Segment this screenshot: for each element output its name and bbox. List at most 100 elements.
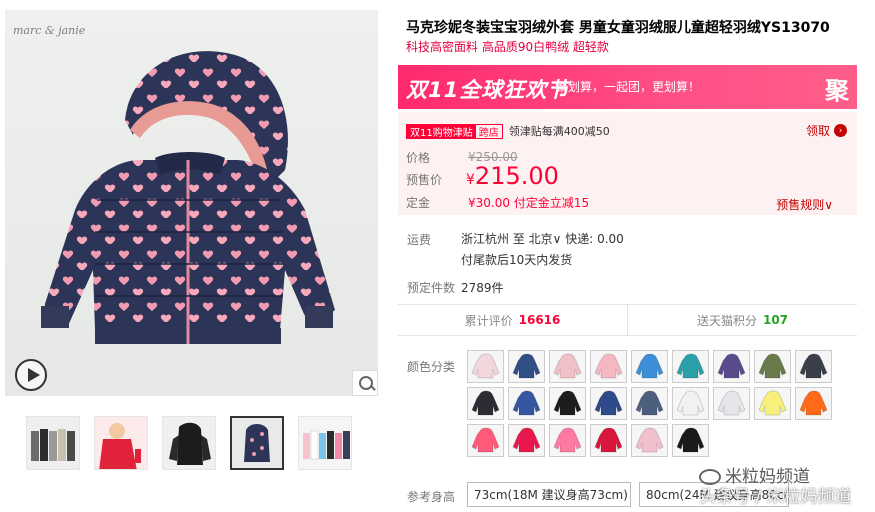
jacket-thumb-icon xyxy=(714,351,749,382)
reviews-label: 累计评价 xyxy=(464,313,513,328)
jacket-thumb-icon xyxy=(468,425,503,456)
jacket-thumb-icon xyxy=(714,388,749,419)
size-label: 参考身高 xyxy=(407,490,456,504)
jacket-thumb-icon xyxy=(796,388,831,419)
deposit-value: ¥30.00 付定金立减15 xyxy=(468,196,590,210)
color-swatch-7[interactable] xyxy=(713,350,750,383)
reviews-stat[interactable]: 累计评价 16616 xyxy=(398,305,627,335)
jacket-thumb-icon xyxy=(632,425,667,456)
jacket-thumb-icon xyxy=(509,425,544,456)
size-option-73cm[interactable]: 73cm(18M 建议身高73cm) xyxy=(467,482,631,507)
points-stat: 送天猫积分 107 xyxy=(627,305,857,335)
product-subtitle: 科技高密面料 高品质90白鸭绒 超轻款 xyxy=(406,40,609,54)
jacket-illustration xyxy=(41,51,335,344)
color-swatch-23[interactable] xyxy=(631,424,668,457)
jacket-thumb-icon xyxy=(550,425,585,456)
shipping-note: 付尾款后10天内发货 xyxy=(461,253,573,267)
shipping-destination-select[interactable]: 浙江杭州 至 北京∨ 快递: 0.00 xyxy=(461,230,624,247)
color-swatch-1[interactable] xyxy=(467,350,504,383)
thumb-image-2 xyxy=(95,417,147,469)
play-icon[interactable] xyxy=(15,359,47,391)
color-swatches xyxy=(467,350,847,457)
color-swatch-18[interactable] xyxy=(795,387,832,420)
thumb-image-3 xyxy=(163,417,215,469)
color-swatch-6[interactable] xyxy=(672,350,709,383)
color-swatch-12[interactable] xyxy=(549,387,586,420)
jacket-thumb-icon xyxy=(591,425,626,456)
get-coupon-label: 领取 xyxy=(805,124,830,138)
color-swatch-19[interactable] xyxy=(467,424,504,457)
promo-banner[interactable]: 双11全球狂欢节 聚划算，一起团，更划算！ 聚 xyxy=(398,65,857,109)
thumbnail-3[interactable] xyxy=(162,416,216,470)
points-value: 107 xyxy=(762,313,789,327)
presale-price-label: 预售价 xyxy=(406,173,443,187)
main-product-image[interactable]: marc & janie xyxy=(5,10,378,396)
zoom-icon[interactable] xyxy=(352,370,378,396)
color-swatch-11[interactable] xyxy=(508,387,545,420)
jacket-thumb-icon xyxy=(673,388,708,419)
presale-rules-link[interactable]: 预售规则∨ xyxy=(776,196,833,213)
jacket-thumb-icon xyxy=(673,425,708,456)
badge-right-text: 跨店 xyxy=(478,127,499,139)
jacket-thumb-icon xyxy=(755,351,790,382)
banner-sub-text: 聚划算，一起团，更划算！ xyxy=(556,80,701,94)
jacket-thumb-icon xyxy=(796,351,831,382)
jacket-thumb-icon xyxy=(509,351,544,382)
color-swatch-2[interactable] xyxy=(508,350,545,383)
product-title: 马克珍妮冬装宝宝羽绒外套 男童女童羽绒服儿童超轻羽绒YS13070 xyxy=(406,20,830,36)
thumb-image-1 xyxy=(27,417,79,469)
jacket-thumb-icon xyxy=(755,388,790,419)
shipping-label: 运费 xyxy=(407,233,432,247)
juhuasuan-logo: 聚 xyxy=(825,77,849,105)
color-swatch-16[interactable] xyxy=(713,387,750,420)
color-swatch-20[interactable] xyxy=(508,424,545,457)
color-swatch-9[interactable] xyxy=(795,350,832,383)
currency-symbol: ¥ xyxy=(466,172,475,188)
thumbnail-4[interactable] xyxy=(230,416,284,470)
thumb-image-5 xyxy=(299,417,351,469)
color-swatch-17[interactable] xyxy=(754,387,791,420)
thumb-image-4 xyxy=(232,418,282,468)
jacket-thumb-icon xyxy=(591,388,626,419)
color-swatch-22[interactable] xyxy=(590,424,627,457)
shopping-allowance-badge: 双11购物津贴 跨店 xyxy=(406,123,503,139)
presale-price-value: 215.00 xyxy=(474,162,559,190)
color-swatch-24[interactable] xyxy=(672,424,709,457)
jacket-thumb-icon xyxy=(673,351,708,382)
color-swatch-13[interactable] xyxy=(590,387,627,420)
presale-count-label: 预定件数 xyxy=(407,281,456,295)
color-swatch-8[interactable] xyxy=(754,350,791,383)
badge-left-text: 双11购物津贴 xyxy=(407,124,476,139)
reviews-count: 16616 xyxy=(518,313,561,327)
color-swatch-10[interactable] xyxy=(467,387,504,420)
presale-count-value: 2789件 xyxy=(461,281,504,295)
thumbnail-2[interactable] xyxy=(94,416,148,470)
arrow-right-icon: › xyxy=(834,124,847,137)
color-swatch-3[interactable] xyxy=(549,350,586,383)
jacket-thumb-icon xyxy=(550,351,585,382)
color-swatch-15[interactable] xyxy=(672,387,709,420)
watermark-line2: 头条号 / 米粒妈频道 xyxy=(699,487,852,507)
deposit-label: 定金 xyxy=(406,196,431,210)
thumbnail-1[interactable] xyxy=(26,416,80,470)
thumbnail-strip xyxy=(26,416,352,470)
banner-main-text: 双11全球狂欢节 xyxy=(406,78,570,102)
color-swatch-21[interactable] xyxy=(549,424,586,457)
jacket-thumb-icon xyxy=(509,388,544,419)
color-swatch-4[interactable] xyxy=(590,350,627,383)
coupon-row: 双11购物津贴 跨店 领津贴每满400减50 xyxy=(406,123,610,139)
coupon-text: 领津贴每满400减50 xyxy=(508,125,610,138)
stats-bar: 累计评价 16616 送天猫积分 107 xyxy=(398,304,857,336)
jacket-thumb-icon xyxy=(591,351,626,382)
color-swatch-14[interactable] xyxy=(631,387,668,420)
thumbnail-5[interactable] xyxy=(298,416,352,470)
color-label: 颜色分类 xyxy=(407,360,456,374)
jacket-thumb-icon xyxy=(632,388,667,419)
price-panel: 双11购物津贴 跨店 领津贴每满400减50 领取 › 价格 ¥250.00 预… xyxy=(398,112,857,215)
jacket-thumb-icon xyxy=(632,351,667,382)
get-coupon-button[interactable]: 领取 › xyxy=(806,122,847,139)
color-swatch-5[interactable] xyxy=(631,350,668,383)
watermark: 米粒妈频道 头条号 / 米粒妈频道 xyxy=(699,462,852,507)
jacket-thumb-icon xyxy=(550,388,585,419)
points-label: 送天猫积分 xyxy=(696,313,757,328)
